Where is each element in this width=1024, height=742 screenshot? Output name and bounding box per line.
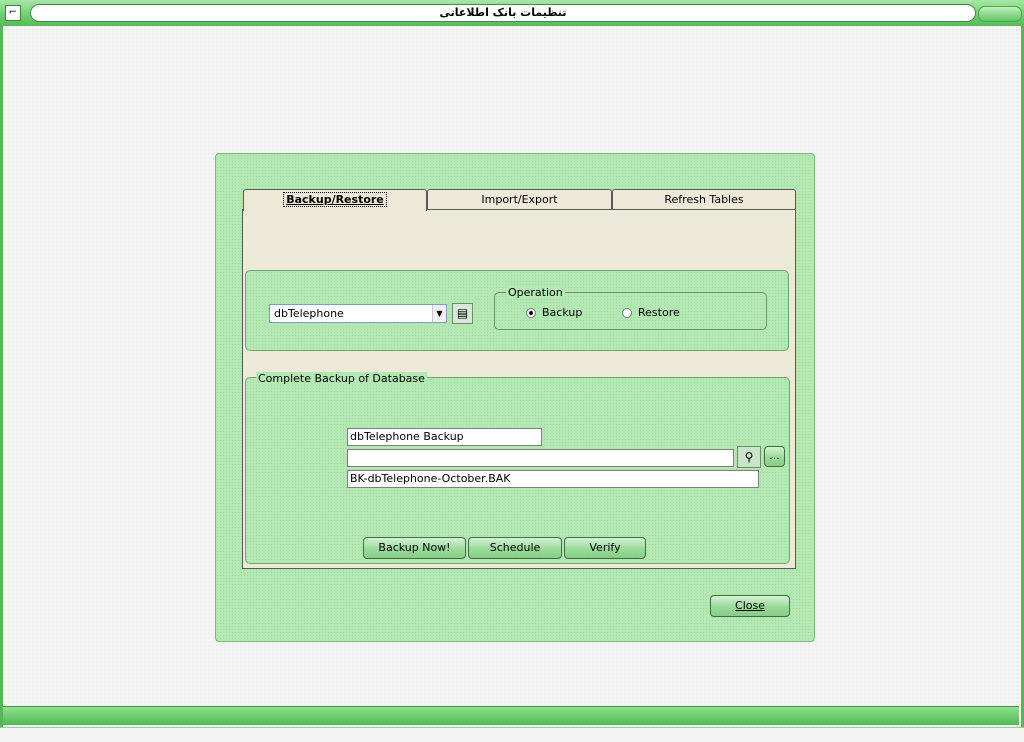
verify-button[interactable]: Verify <box>564 537 646 559</box>
find-folder-button[interactable]: ⚲ <box>737 446 761 468</box>
title-bar: ⌐ تنظیمات بانک اطلاعاتی <box>0 0 1024 26</box>
backup-now-label: Backup Now! <box>378 541 451 554</box>
tab-backup-restore-label: Backup/Restore <box>283 192 387 207</box>
radio-restore[interactable]: Restore <box>622 306 680 319</box>
tab-backup-restore[interactable]: Backup/Restore <box>243 189 427 211</box>
radio-backup[interactable]: Backup <box>526 306 582 319</box>
tab-refresh-tables[interactable]: Refresh Tables <box>612 189 796 209</box>
app-menu-icon[interactable]: ⌐ <box>5 5 21 21</box>
schedule-button[interactable]: Schedule <box>468 537 562 559</box>
tab-refresh-tables-label: Refresh Tables <box>664 193 744 206</box>
backup-name-field[interactable]: dbTelephone Backup <box>347 428 542 446</box>
backup-path-field[interactable] <box>347 449 734 467</box>
radio-restore-label: Restore <box>638 306 680 319</box>
properties-icon: ▤ <box>456 306 469 320</box>
close-button[interactable]: Close <box>710 595 790 617</box>
window-controls[interactable] <box>978 6 1022 22</box>
close-label: Close <box>735 599 765 612</box>
database-properties-button[interactable]: ▤ <box>452 303 473 324</box>
backup-group-legend: Complete Backup of Database <box>256 372 427 385</box>
tab-import-export-label: Import/Export <box>481 193 558 206</box>
backup-now-button[interactable]: Backup Now! <box>363 537 466 559</box>
operation-legend: Operation <box>506 286 565 299</box>
backup-file-field[interactable]: BK-dbTelephone-October.BAK <box>347 470 759 488</box>
radio-restore-indicator[interactable] <box>622 307 632 318</box>
database-select-value: dbTelephone <box>274 307 344 320</box>
schedule-label: Schedule <box>489 541 541 554</box>
verify-label: Verify <box>589 541 621 554</box>
database-select[interactable]: dbTelephone ▼ <box>269 304 447 323</box>
tab-import-export[interactable]: Import/Export <box>427 189 612 209</box>
status-bar-lower <box>0 727 1024 742</box>
radio-backup-indicator[interactable] <box>526 307 536 318</box>
status-bar <box>3 706 1019 725</box>
window-title: تنظیمات بانک اطلاعاتی <box>30 4 976 22</box>
radio-backup-label: Backup <box>542 306 583 319</box>
browse-button[interactable]: ... <box>764 446 785 467</box>
chevron-down-icon[interactable]: ▼ <box>432 305 446 322</box>
binoculars-icon: ⚲ <box>744 450 754 464</box>
